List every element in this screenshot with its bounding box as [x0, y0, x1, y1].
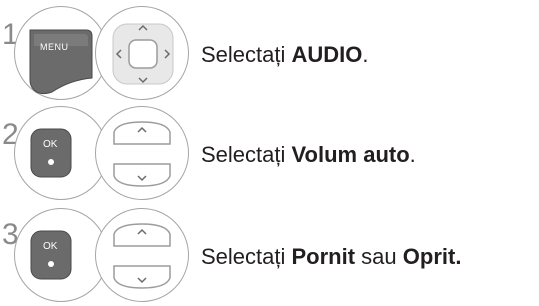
instruction-bold: Volum auto: [291, 142, 410, 167]
ok-key-label: OK: [43, 139, 58, 150]
instruction-bold-2: Oprit.: [402, 244, 462, 269]
instruction-suffix: .: [409, 142, 416, 167]
instruction-prefix: Selectați: [201, 42, 292, 67]
instruction-suffix: sau: [355, 244, 403, 269]
ok-button-icon: [30, 230, 72, 280]
up-down-buttons-icon: [113, 121, 171, 187]
ok-key-label: OK: [43, 241, 58, 252]
instruction-text: Selectați Volum auto.: [201, 142, 416, 168]
ok-button-icon: [30, 128, 72, 178]
up-down-buttons-icon: [113, 223, 171, 289]
step-3: 3 OK Selectați Pornit sau Oprit.: [0, 206, 539, 306]
step-2: 2 OK Selectați Volum auto.: [0, 104, 539, 204]
instruction-text: Selectați AUDIO.: [201, 42, 369, 68]
instruction-text: Selectați Pornit sau Oprit.: [201, 244, 461, 270]
instruction-bold: Pornit: [291, 244, 356, 269]
menu-button-icon: [29, 29, 93, 95]
instruction-prefix: Selectați: [201, 142, 292, 167]
instruction-prefix: Selectați: [201, 244, 292, 269]
navigation-pad-icon: [112, 23, 174, 85]
instruction-suffix: .: [362, 42, 369, 67]
instruction-bold: AUDIO: [291, 42, 363, 67]
menu-key-label: MENU: [40, 42, 69, 52]
step-1: 1 MENU Selectați AUDIO.: [0, 0, 539, 100]
